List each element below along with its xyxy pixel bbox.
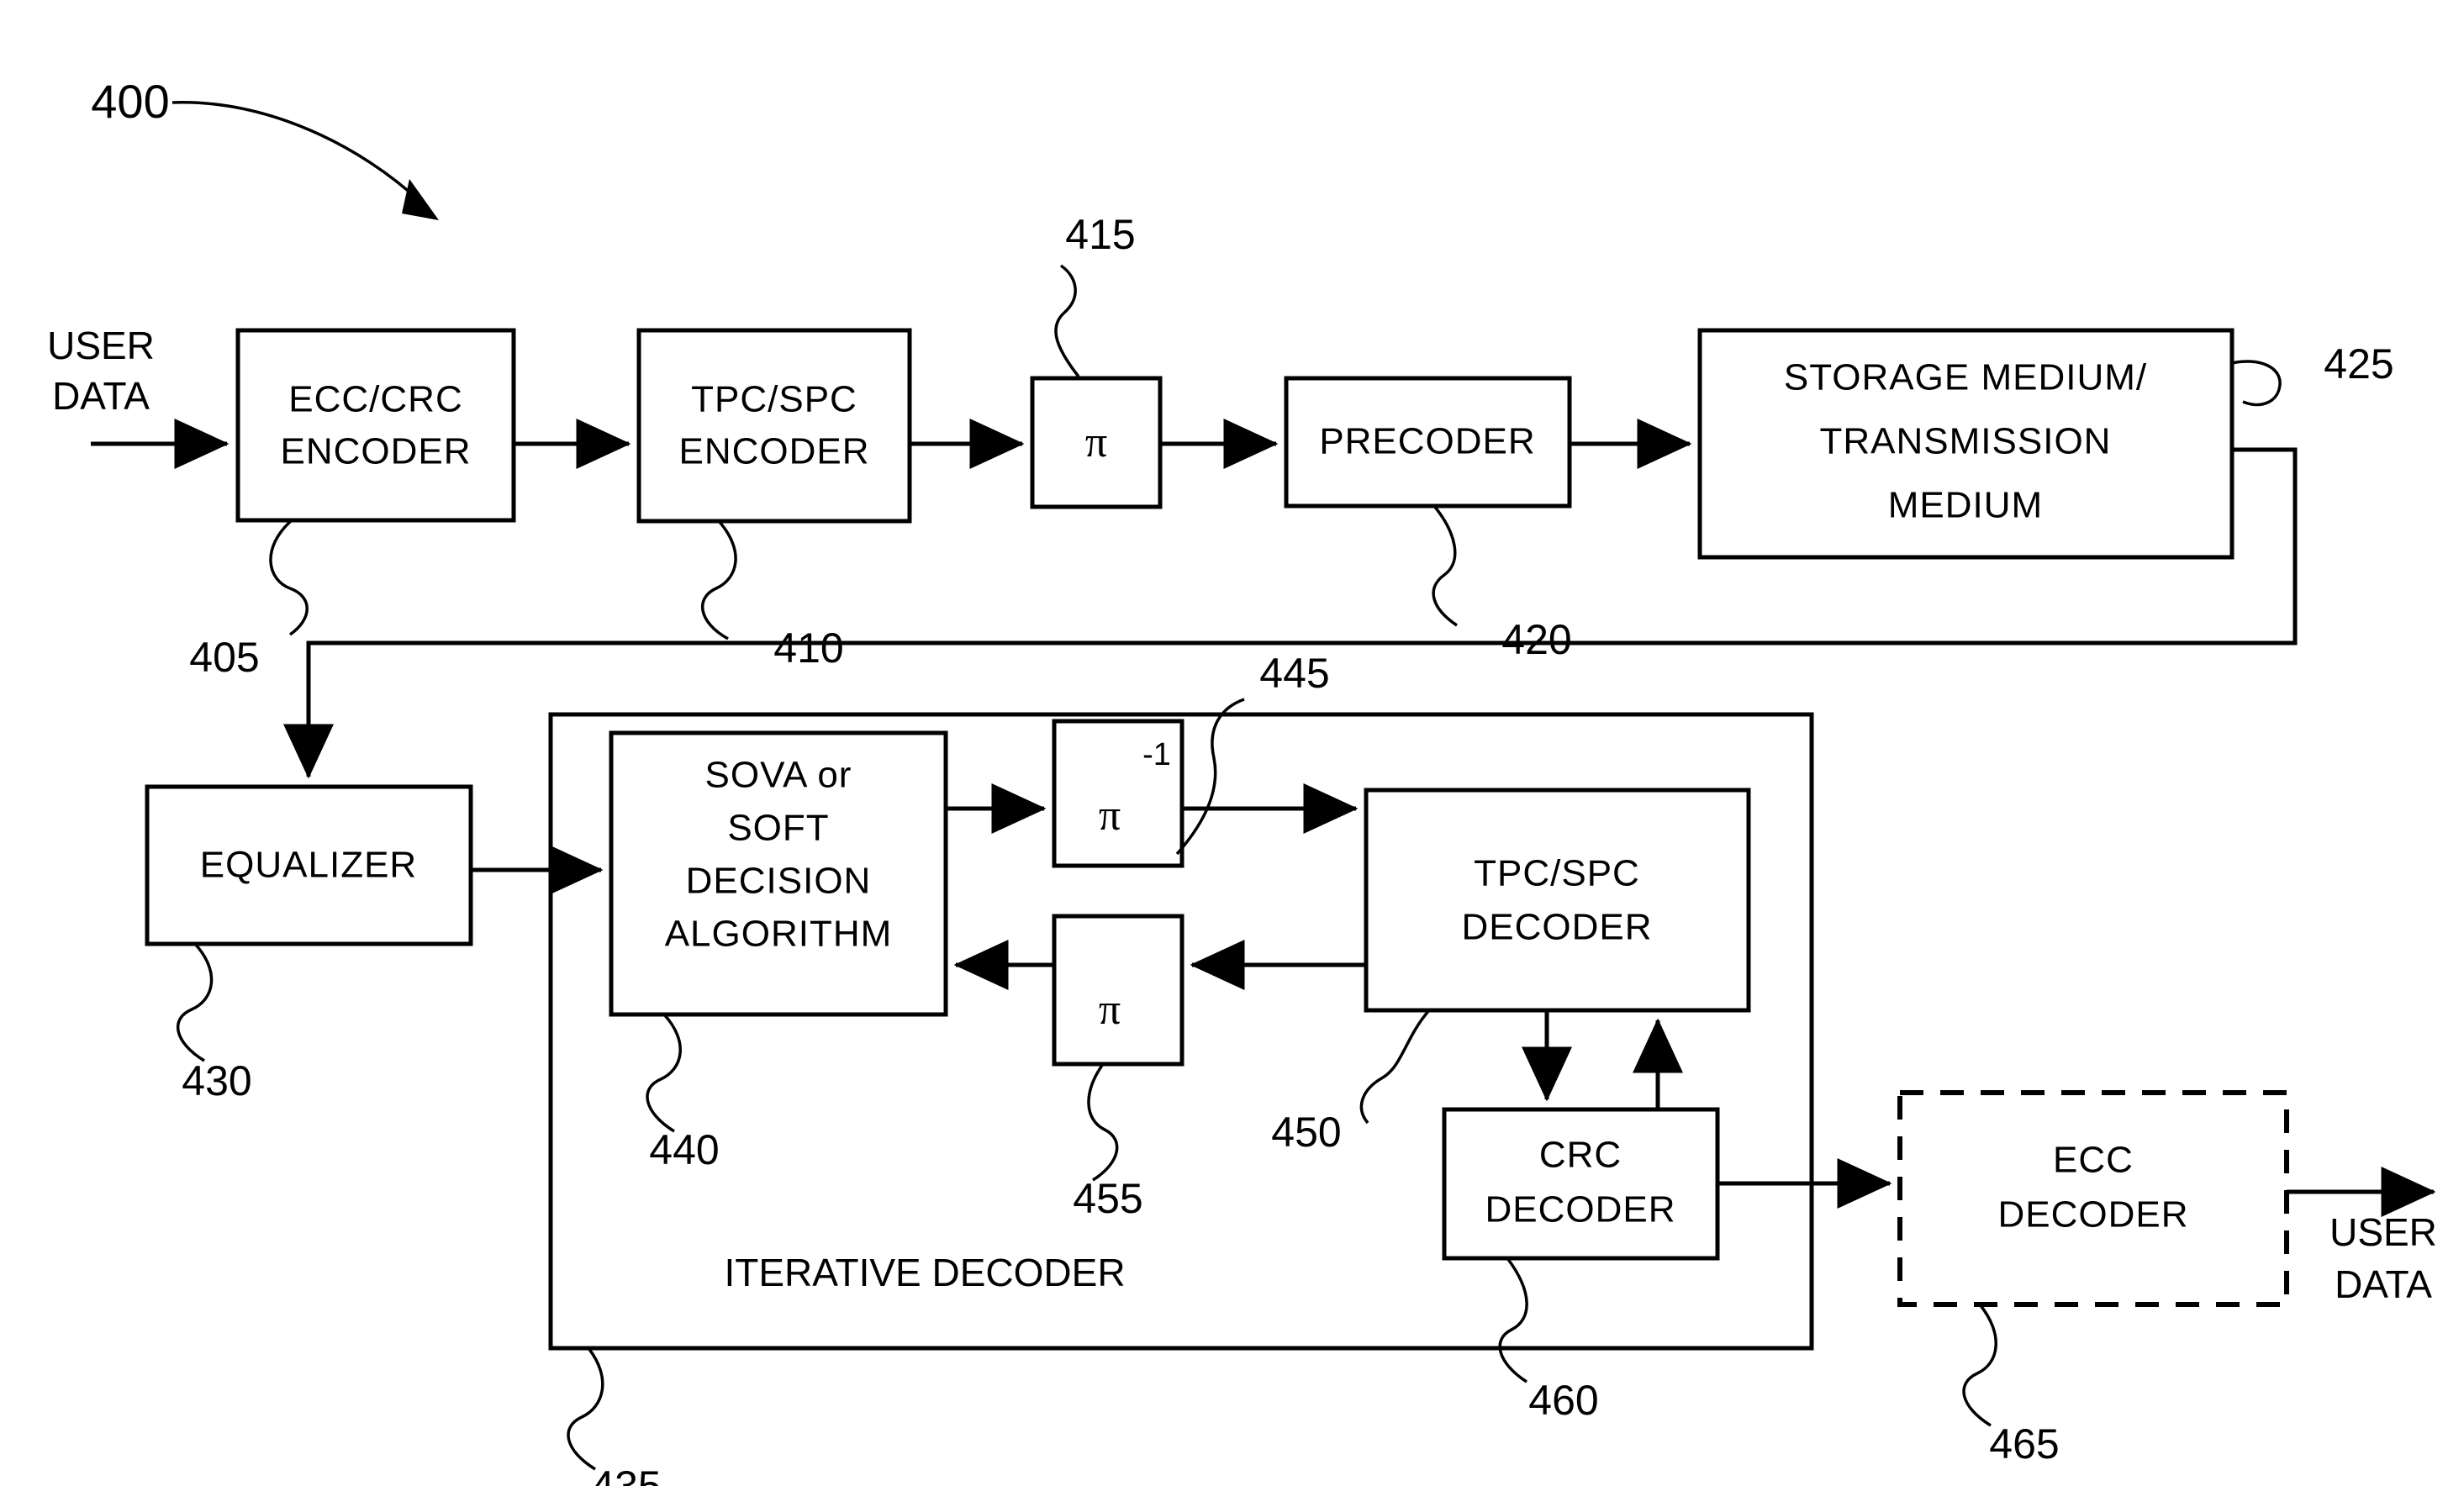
tpc-spc-encoder-label-line1: TPC/SPC <box>691 379 857 420</box>
ecc-decoder-label-line2: DECODER <box>1997 1194 2188 1236</box>
storage-medium-label-line1: STORAGE MEDIUM/ <box>1784 357 2147 398</box>
ref-numeral-420: 420 <box>1501 616 1571 663</box>
ref-numeral-445: 445 <box>1259 650 1329 697</box>
ref-numeral-465: 465 <box>1989 1420 2059 1468</box>
sova-label-line2: SOFT <box>727 808 829 849</box>
ref-numeral-405: 405 <box>189 634 259 681</box>
precoder-label: PRECODER <box>1319 421 1535 462</box>
tpc-spc-decoder-label-line1: TPC/SPC <box>1474 853 1640 894</box>
patent-figure-400: 400 USER DATA ECC/CRC ENCODER TPC/SPC EN… <box>0 0 2464 1486</box>
output-user-data-line1: USER <box>2329 1210 2437 1254</box>
tpc-spc-encoder-label-line2: ENCODER <box>678 431 869 472</box>
ref-numeral-410: 410 <box>773 624 843 672</box>
figure-number: 400 <box>91 75 169 128</box>
equalizer-label: EQUALIZER <box>200 845 417 886</box>
ref-numeral-430: 430 <box>182 1057 251 1104</box>
ecc-crc-encoder-label-line1: ECC/CRC <box>288 379 462 420</box>
crc-decoder-label-line1: CRC <box>1539 1135 1622 1176</box>
ref-numeral-440: 440 <box>649 1126 719 1173</box>
deinterleaver-superscript: -1 <box>1142 737 1171 772</box>
ecc-decoder-label-line1: ECC <box>2053 1140 2134 1181</box>
deinterleaver-pi-symbol: π <box>1099 792 1121 840</box>
ref-numeral-415: 415 <box>1065 211 1135 258</box>
input-user-data-line2: DATA <box>52 374 150 418</box>
tpc-spc-decoder-label-line2: DECODER <box>1461 907 1652 948</box>
ecc-crc-encoder-label-line2: ENCODER <box>280 431 471 472</box>
diagram-text-layer: 400 USER DATA ECC/CRC ENCODER TPC/SPC EN… <box>47 75 2437 1486</box>
sova-label-line1: SOVA or <box>705 755 852 796</box>
crc-decoder-label-line2: DECODER <box>1485 1189 1675 1230</box>
ref-numeral-455: 455 <box>1073 1175 1142 1222</box>
sova-label-line4: ALGORITHM <box>665 914 893 955</box>
interleaver-feedback-pi-symbol: π <box>1099 986 1121 1034</box>
ref-numeral-450: 450 <box>1271 1109 1341 1156</box>
storage-medium-label-line2: TRANSMISSION <box>1820 421 2112 462</box>
storage-medium-label-line3: MEDIUM <box>1888 485 2043 526</box>
iterative-decoder-label: ITERATIVE DECODER <box>724 1251 1125 1294</box>
ref-numeral-425: 425 <box>2324 340 2393 387</box>
interleaver-pi-symbol: π <box>1085 419 1107 466</box>
output-user-data-line2: DATA <box>2335 1262 2432 1306</box>
sova-label-line3: DECISION <box>686 861 872 902</box>
ref-numeral-435: 435 <box>591 1462 661 1486</box>
ref-numeral-460: 460 <box>1528 1377 1598 1424</box>
input-user-data-line1: USER <box>47 324 155 367</box>
